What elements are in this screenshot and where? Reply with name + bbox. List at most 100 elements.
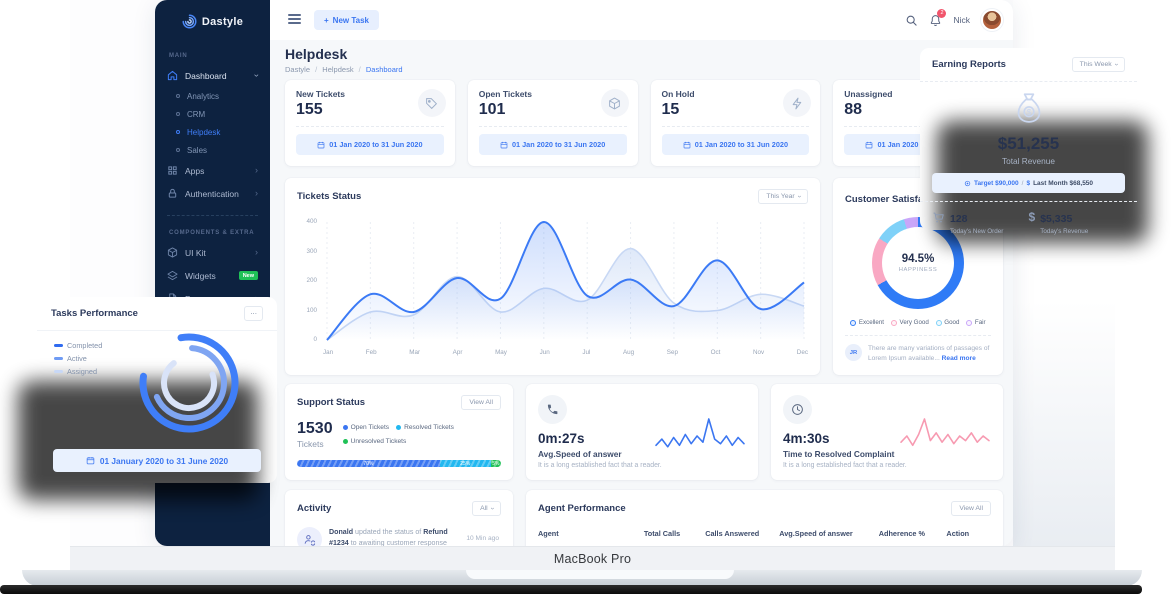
chevron-right-icon: › xyxy=(255,189,258,198)
chevron-down-icon: › xyxy=(795,195,802,197)
activity-card: Activity All › Donald updated the status… xyxy=(285,490,513,546)
brand-logo[interactable]: Dastyle xyxy=(155,0,270,39)
search-icon[interactable] xyxy=(905,14,918,27)
helpdesk-dashboard: Dastyle MAIN Dashboard › Analytics CRM xyxy=(155,0,1013,546)
activity-item[interactable]: Donald updated the status of Refund #123… xyxy=(297,527,501,546)
agent-table-header: Agent Total Calls Calls Answered Avg.Spe… xyxy=(538,529,991,538)
chevron-down-icon: › xyxy=(488,507,495,509)
legend-ring-icon xyxy=(966,320,972,326)
agent-performance-view-all[interactable]: View All xyxy=(951,501,991,516)
main-content: + New Task 2 Nick Helpdesk Dast xyxy=(270,0,1013,546)
chevron-right-icon: › xyxy=(255,166,258,175)
user-avatar[interactable] xyxy=(981,9,1003,31)
laptop-chin: MacBook Pro xyxy=(70,546,1115,570)
y-axis-labels: 0100200300400 xyxy=(297,216,321,346)
bullet-icon xyxy=(176,148,180,152)
calendar-icon xyxy=(317,141,325,149)
sidebar-item-widgets[interactable]: Widgets New xyxy=(155,264,270,287)
speed-sparkline xyxy=(654,410,746,456)
chevron-down-icon: › xyxy=(252,74,261,77)
topbar: + New Task 2 Nick xyxy=(270,0,1013,40)
home-icon xyxy=(167,70,178,81)
macbook-mockup: Dastyle MAIN Dashboard › Analytics CRM xyxy=(0,0,1175,594)
sidebar-item-authentication[interactable]: Authentication › xyxy=(155,182,270,205)
user-name: Nick xyxy=(953,15,970,25)
tasks-date-range-button[interactable]: 01 January 2020 to 31 June 2020 xyxy=(53,449,261,472)
svg-text:$: $ xyxy=(1026,108,1031,117)
plus-icon: + xyxy=(324,16,329,25)
tickets-status-filter[interactable]: This Year › xyxy=(758,189,808,204)
breadcrumb-section[interactable]: Helpdesk xyxy=(322,65,353,74)
dollar-icon: $ xyxy=(1026,180,1030,187)
support-status-view-all[interactable]: View All xyxy=(461,395,501,410)
package-icon xyxy=(601,89,629,117)
sidebar-submenu: Analytics CRM Helpdesk Sales xyxy=(155,87,270,159)
calendar-icon xyxy=(500,141,508,149)
stat-cards-row: New Tickets 155 01 Jan 2020 to 31 Jun 20… xyxy=(285,80,1003,166)
support-status-card: Support Status View All 1530 Tickets Ope… xyxy=(285,384,513,480)
more-options-button[interactable]: ... xyxy=(244,306,263,321)
total-tickets-value: 1530 xyxy=(297,420,333,438)
target-icon xyxy=(964,180,971,187)
laptop-notch xyxy=(466,570,734,579)
total-tickets-unit: Tickets xyxy=(297,439,333,449)
sidebar-item-analytics[interactable]: Analytics xyxy=(155,87,270,105)
date-range-button[interactable]: 01 Jan 2020 to 31 Jun 2020 xyxy=(662,134,810,155)
new-badge: New xyxy=(239,271,258,280)
clock-icon xyxy=(783,395,812,424)
breadcrumb: Dastyle / Helpdesk / Dashboard xyxy=(285,65,403,74)
date-range-button[interactable]: 01 Jan 2020 to 31 Jun 2020 xyxy=(296,134,444,155)
breadcrumb-root[interactable]: Dastyle xyxy=(285,65,310,74)
date-range-button[interactable]: 01 Jan 2020 to 31 Jun 2020 xyxy=(479,134,627,155)
x-axis-labels: JanFebMarAprMayJunJulAugSepOctNovDec xyxy=(323,349,808,356)
legend-dot-icon xyxy=(343,439,348,444)
happiness-label: HAPPINESS xyxy=(899,267,938,273)
chevron-down-icon: › xyxy=(1112,63,1119,65)
earning-reports-filter[interactable]: This Week › xyxy=(1072,57,1125,72)
legend-ring-icon xyxy=(891,320,897,326)
sidebar-item-ui-kit[interactable]: UI Kit › xyxy=(155,241,270,264)
notification-badge: 2 xyxy=(937,9,946,18)
target-pill: Target $90,000 / $ Last Month $68,550 xyxy=(932,173,1125,193)
activity-filter[interactable]: All › xyxy=(472,501,501,516)
new-task-button[interactable]: + New Task xyxy=(314,10,379,30)
layers-icon xyxy=(167,270,178,281)
total-revenue-label: Total Revenue xyxy=(920,156,1137,166)
resolve-time-card: 4m:30s Time to Resolved Complaint It is … xyxy=(771,384,1003,480)
legend-ring-icon xyxy=(850,320,856,326)
user-sync-icon xyxy=(297,527,322,546)
todays-new-order: 128 Today's New Order xyxy=(932,209,1029,235)
dollar-icon: $ xyxy=(1029,210,1036,224)
calendar-icon xyxy=(865,141,873,149)
calendar-icon xyxy=(683,141,691,149)
brand-name: Dastyle xyxy=(202,16,243,28)
sidebar-item-dashboard[interactable]: Dashboard › xyxy=(155,64,270,87)
grid-icon xyxy=(167,165,178,176)
chevron-right-icon: › xyxy=(255,248,258,257)
device-label: MacBook Pro xyxy=(554,552,631,566)
legend-ring-icon xyxy=(936,320,942,326)
sidebar-item-sales[interactable]: Sales xyxy=(155,141,270,159)
tasks-performance-card: Tasks Performance ... Completed Active A… xyxy=(37,297,277,483)
laptop-base-shadow xyxy=(0,585,1142,594)
stat-card-new-tickets: New Tickets 155 01 Jan 2020 to 31 Jun 20… xyxy=(285,80,455,166)
phone-icon xyxy=(538,395,567,424)
sidebar-item-helpdesk[interactable]: Helpdesk xyxy=(155,123,270,141)
bullet-icon xyxy=(176,94,180,98)
bullet-icon xyxy=(176,112,180,116)
satisfaction-legend: Excellent Very Good Good Fair xyxy=(845,319,991,326)
legend-dot-icon xyxy=(396,425,401,430)
sidebar-item-crm[interactable]: CRM xyxy=(155,105,270,123)
sidebar-item-apps[interactable]: Apps › xyxy=(155,159,270,182)
read-more-link[interactable]: Read more xyxy=(942,355,976,362)
tag-icon xyxy=(418,89,446,117)
calendar-icon xyxy=(86,456,95,465)
happiness-score: 94.5% xyxy=(902,253,935,265)
hamburger-menu-icon[interactable] xyxy=(288,14,301,27)
lock-icon xyxy=(167,188,178,199)
bell-icon[interactable]: 2 xyxy=(929,14,942,27)
tickets-status-chart: 0100200300400 xyxy=(323,216,808,346)
support-status-legend: Open Tickets Resolved Tickets Unresolved… xyxy=(343,424,501,445)
breadcrumb-current[interactable]: Dashboard xyxy=(366,65,403,74)
avg-speed-card: 0m:27s Avg.Speed of answer It is a long … xyxy=(526,384,758,480)
